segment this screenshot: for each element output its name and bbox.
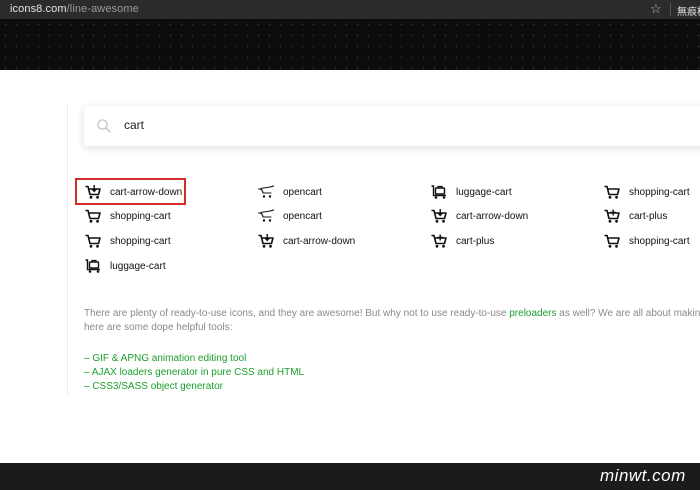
preloaders-link[interactable]: preloaders bbox=[509, 308, 556, 319]
incognito-mode-label[interactable]: 無痕模式 bbox=[677, 3, 700, 18]
result-shopping-cart[interactable]: shopping-cart bbox=[85, 231, 171, 251]
result-cart-arrow-down[interactable]: cart-arrow-down bbox=[431, 206, 528, 226]
search-box[interactable] bbox=[84, 106, 700, 146]
browser-address-bar[interactable]: icons8.com/line-awesome ☆ 無痕模式 bbox=[0, 0, 700, 19]
bookmark-star-icon[interactable]: ☆ bbox=[650, 1, 662, 17]
result-luggage-cart[interactable]: luggage-cart bbox=[85, 256, 166, 276]
gif-apng-tool-link[interactable]: – GIF & APNG animation editing tool bbox=[84, 353, 246, 364]
info-text-after: as well? We are all about making your li bbox=[559, 308, 700, 319]
search-input[interactable] bbox=[124, 114, 684, 136]
search-icon bbox=[97, 119, 111, 133]
info-text-line2: here are some dope helpful tools: bbox=[84, 322, 233, 333]
result-opencart[interactable]: opencart bbox=[258, 206, 322, 226]
result-label: cart-arrow-down bbox=[283, 235, 356, 247]
selection-highlight bbox=[75, 178, 186, 205]
result-label: opencart bbox=[283, 210, 322, 222]
cart-arrow-down-icon bbox=[258, 234, 274, 248]
toolbar-divider bbox=[670, 3, 671, 16]
content-divider bbox=[67, 103, 68, 395]
cart-plus-icon bbox=[431, 234, 447, 248]
result-label: cart-arrow-down bbox=[456, 210, 529, 222]
opencart-icon bbox=[258, 185, 274, 199]
result-label: luggage-cart bbox=[110, 260, 166, 272]
result-opencart[interactable]: opencart bbox=[258, 182, 322, 202]
shopping-cart-icon bbox=[85, 234, 101, 248]
luggage-cart-icon bbox=[431, 185, 447, 199]
result-shopping-cart[interactable]: shopping-cart bbox=[604, 231, 690, 251]
opencart-icon bbox=[258, 209, 274, 223]
info-text-before: There are plenty of ready-to-use icons, … bbox=[84, 308, 510, 319]
result-shopping-cart[interactable]: shopping-cart bbox=[85, 206, 171, 226]
result-label: shopping-cart bbox=[110, 235, 171, 247]
result-shopping-cart[interactable]: shopping-cart bbox=[604, 182, 690, 202]
shopping-cart-icon bbox=[604, 234, 620, 248]
css3-sass-tool-link[interactable]: – CSS3/SASS object generator bbox=[84, 381, 223, 392]
url-text[interactable]: icons8.com/line-awesome bbox=[10, 3, 139, 15]
shopping-cart-icon bbox=[604, 185, 620, 199]
result-label: opencart bbox=[283, 186, 322, 198]
footer-bar bbox=[0, 463, 700, 490]
result-cart-arrow-down[interactable]: cart-arrow-down bbox=[258, 231, 355, 251]
url-path: /line-awesome bbox=[66, 3, 139, 15]
watermark: minwt.com bbox=[600, 466, 686, 485]
luggage-cart-icon bbox=[85, 259, 101, 273]
site-header bbox=[0, 19, 700, 70]
ajax-loaders-tool-link[interactable]: – AJAX loaders generator in pure CSS and… bbox=[84, 367, 304, 378]
cart-arrow-down-icon bbox=[431, 209, 447, 223]
result-cart-plus[interactable]: cart-plus bbox=[431, 231, 494, 251]
info-paragraph: There are plenty of ready-to-use icons, … bbox=[84, 307, 700, 335]
result-label: cart-plus bbox=[456, 235, 495, 247]
result-label: cart-plus bbox=[629, 210, 668, 222]
result-label: luggage-cart bbox=[456, 186, 512, 198]
shopping-cart-icon bbox=[85, 209, 101, 223]
result-label: shopping-cart bbox=[629, 235, 690, 247]
result-label: shopping-cart bbox=[629, 186, 690, 198]
result-label: shopping-cart bbox=[110, 210, 171, 222]
result-cart-plus[interactable]: cart-plus bbox=[604, 206, 667, 226]
cart-plus-icon bbox=[604, 209, 620, 223]
result-luggage-cart[interactable]: luggage-cart bbox=[431, 182, 512, 202]
url-host: icons8.com bbox=[10, 3, 67, 15]
